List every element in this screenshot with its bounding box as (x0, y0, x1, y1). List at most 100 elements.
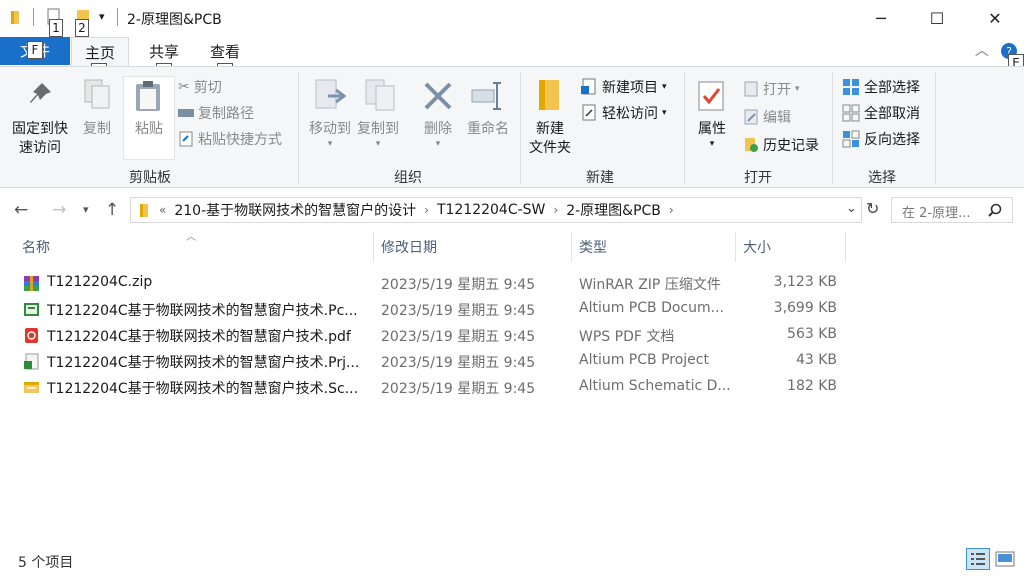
file-name[interactable]: T1212204C基于物联网技术的智慧窗户技术.Pc... (47, 300, 377, 320)
large-icons-view-button[interactable] (993, 548, 1017, 570)
paste-button[interactable]: 粘贴 (126, 120, 172, 139)
altium-pcb-icon (24, 303, 39, 316)
file-name[interactable]: T1212204C基于物联网技术的智慧窗户技术.Sc... (47, 378, 377, 398)
folder-icon (140, 204, 148, 217)
file-type: WinRAR ZIP 压缩文件 (579, 277, 721, 293)
cut-button[interactable]: ✂ 剪切 (178, 77, 222, 97)
dropdown-icon: ▾ (435, 139, 441, 149)
invert-selection-button[interactable]: 反向选择 (842, 129, 920, 149)
move-to-icon (315, 79, 347, 109)
column-divider[interactable] (845, 232, 846, 262)
column-divider[interactable] (373, 232, 374, 262)
easy-access-button[interactable]: 轻松访问 ▾ (580, 103, 667, 123)
move-to-button[interactable]: 移动到 ▾ (304, 120, 356, 149)
clipboard-group-label: 剪贴板 (129, 170, 171, 186)
scissors-icon: ✂ (178, 79, 190, 95)
folder-icon (11, 11, 19, 24)
dropdown-icon: ▾ (795, 84, 800, 94)
paste-shortcut-label: 粘贴快捷方式 (198, 132, 282, 148)
maximize-button[interactable]: ☐ (914, 0, 960, 36)
delete-button[interactable]: 删除 ▾ (418, 120, 458, 149)
file-size: 182 KB (787, 378, 837, 394)
file-type: Altium Schematic D... (579, 378, 731, 394)
copy-to-icon (365, 79, 395, 111)
copy-path-button[interactable]: 复制路径 (178, 103, 254, 123)
file-explorer-window: 1 2 ▾ 2-原理图&PCB ─ ☐ ✕ 文件 F 主页 H 共享 S 查看 … (0, 0, 1024, 576)
file-date: 2023/5/19 星期五 9:45 (381, 329, 536, 345)
file-name[interactable]: T1212204C.zip (47, 274, 377, 290)
file-name[interactable]: T1212204C基于物联网技术的智慧窗户技术.pdf (47, 326, 377, 346)
breadcrumb-overflow[interactable]: « (159, 203, 166, 217)
column-header-size[interactable]: 大小 (743, 238, 771, 262)
details-view-button[interactable] (966, 548, 990, 570)
up-button[interactable]: ↑ (105, 200, 119, 220)
close-button[interactable]: ✕ (972, 0, 1018, 36)
paste-shortcut-button[interactable]: 粘贴快捷方式 (178, 129, 282, 149)
paste-shortcut-icon (179, 131, 193, 147)
dropdown-icon: ▾ (662, 108, 667, 118)
new-folder-label-line1: 新建 (536, 121, 564, 137)
address-bar[interactable]: « 210-基于物联网技术的智慧窗户的设计 › T1212204C-SW › 2… (130, 197, 862, 223)
column-header-name[interactable]: 名称 (22, 238, 50, 262)
copy-button[interactable]: 复制 (78, 120, 116, 139)
chevron-right-icon[interactable]: › (553, 203, 558, 217)
file-size: 3,123 KB (773, 274, 837, 290)
column-header-date[interactable]: 修改日期 (381, 238, 437, 262)
cut-label: 剪切 (193, 80, 222, 96)
edit-button[interactable]: 编辑 (743, 107, 791, 127)
select-all-icon (843, 79, 859, 95)
pin-to-quick-access-button[interactable]: 固定到快 速访问 (6, 120, 74, 158)
breadcrumb-item[interactable]: 2-原理图&PCB (566, 200, 661, 220)
qat-key-badge-2: 2 (75, 19, 89, 37)
invert-selection-label: 反向选择 (864, 132, 920, 148)
breadcrumb-item[interactable]: T1212204C-SW (437, 202, 545, 218)
search-icon[interactable] (988, 203, 1002, 217)
file-date: 2023/5/19 星期五 9:45 (381, 277, 536, 293)
file-row[interactable]: T1212204C.zip 2023/5/19 星期五 9:45 WinRAR … (17, 270, 857, 296)
file-row[interactable]: T1212204C基于物联网技术的智慧窗户技术.Prj... 2023/5/19… (17, 348, 857, 374)
column-divider[interactable] (571, 232, 572, 262)
select-none-button[interactable]: 全部取消 (842, 103, 920, 123)
properties-button[interactable]: 属性 ▾ (690, 120, 734, 149)
collapse-ribbon-icon[interactable]: ︿ (975, 40, 989, 60)
properties-label: 属性 (698, 121, 726, 137)
file-row[interactable]: T1212204C基于物联网技术的智慧窗户技术.pdf 2023/5/19 星期… (17, 322, 857, 348)
qat-dropdown-icon[interactable]: ▾ (99, 10, 105, 23)
new-folder-label-line2: 文件夹 (529, 140, 571, 156)
file-row[interactable]: T1212204C基于物联网技术的智慧窗户技术.Sc... 2023/5/19 … (17, 374, 857, 400)
tab-file-key-badge: F (27, 41, 43, 59)
breadcrumb-item[interactable]: 210-基于物联网技术的智慧窗户的设计 (174, 200, 416, 220)
file-name[interactable]: T1212204C基于物联网技术的智慧窗户技术.Prj... (47, 352, 377, 372)
column-header-type[interactable]: 类型 (579, 238, 607, 262)
item-count: 5 个项目 (18, 555, 74, 571)
new-item-button[interactable]: 新建项目 ▾ (580, 77, 667, 97)
history-button[interactable]: 历史记录 (743, 135, 819, 155)
open-button[interactable]: 打开 ▾ (743, 79, 800, 99)
easy-access-icon (582, 104, 596, 121)
copy-to-button[interactable]: 复制到 ▾ (354, 120, 402, 149)
file-date: 2023/5/19 星期五 9:45 (381, 303, 536, 319)
minimize-button[interactable]: ─ (858, 0, 904, 36)
back-button[interactable]: ← (14, 200, 28, 220)
new-group-label: 新建 (586, 170, 614, 186)
file-row[interactable]: T1212204C基于物联网技术的智慧窗户技术.Pc... 2023/5/19 … (17, 296, 857, 322)
chevron-right-icon[interactable]: › (424, 203, 429, 217)
select-all-label: 全部选择 (864, 80, 920, 96)
refresh-icon[interactable]: ↻ (866, 199, 879, 218)
select-none-label: 全部取消 (864, 106, 920, 122)
new-folder-button[interactable]: 新建 文件夹 (526, 120, 574, 158)
copy-icon (84, 79, 110, 109)
easy-access-label: 轻松访问 (602, 106, 658, 122)
address-dropdown-icon[interactable]: ⌄ (846, 201, 857, 216)
chevron-right-icon[interactable]: › (669, 203, 674, 217)
move-to-label: 移动到 (309, 121, 351, 137)
new-folder-icon (539, 80, 559, 110)
properties-icon (698, 81, 724, 111)
forward-button[interactable]: → (52, 200, 66, 220)
recent-locations-icon[interactable]: ▾ (83, 203, 89, 216)
altium-project-icon (24, 353, 39, 370)
select-all-button[interactable]: 全部选择 (842, 77, 920, 97)
column-divider[interactable] (735, 232, 736, 262)
group-separator (520, 72, 521, 184)
rename-button[interactable]: 重命名 (462, 120, 514, 139)
